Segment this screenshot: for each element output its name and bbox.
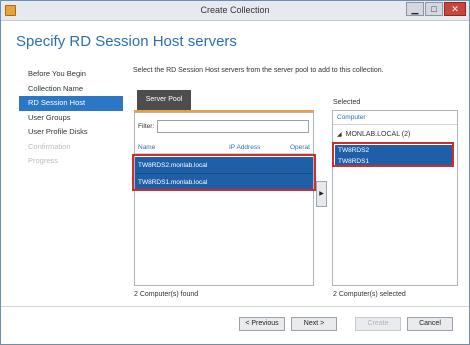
nav-item-rd-session-host[interactable]: RD Session Host: [19, 96, 123, 111]
filter-label: Filter:: [138, 123, 155, 130]
window-title: Create Collection: [200, 5, 270, 15]
nav-item-confirmation: Confirmation: [28, 141, 71, 151]
selected-header-divider: [333, 124, 457, 125]
pool-column-headers: Name IP Address Operat: [135, 140, 313, 154]
column-operating-system[interactable]: Operat: [290, 144, 310, 151]
nav-item-progress: Progress: [28, 156, 59, 165]
previous-button[interactable]: < Previous: [239, 317, 285, 331]
selected-panel: Computer ◢ MONLAB.LOCAL (2) TW8RDS2 TW8RD…: [332, 110, 458, 286]
cancel-button[interactable]: Cancel: [407, 317, 453, 331]
pool-count-text: 2 Computer(s) found: [134, 291, 199, 298]
minimize-button[interactable]: ▁: [406, 2, 424, 16]
nav-item-collection-name[interactable]: Collection Name: [19, 82, 123, 97]
page-title: Specify RD Session Host servers: [16, 33, 237, 50]
next-button[interactable]: Next >: [291, 317, 337, 331]
column-computer[interactable]: Computer: [337, 114, 366, 121]
nav-item-before-you-begin[interactable]: Before You Begin: [19, 67, 123, 82]
group-label: MONLAB.LOCAL (2): [345, 131, 411, 138]
footer-divider: [1, 306, 469, 307]
column-name[interactable]: Name: [138, 144, 155, 151]
server-pool-panel: Filter: Name IP Address Operat TW8RDS2.m…: [134, 112, 314, 286]
column-ip-address[interactable]: IP Address: [229, 144, 260, 151]
create-button: Create: [355, 317, 401, 331]
title-bar: Create Collection ▁ □ ✕: [1, 1, 469, 21]
nav-item-user-groups[interactable]: User Groups: [19, 111, 123, 126]
collapse-arrow-icon[interactable]: ◢: [337, 132, 342, 138]
selected-label: Selected: [333, 99, 361, 106]
group-monlab-local[interactable]: ◢ MONLAB.LOCAL (2): [337, 131, 410, 138]
filter-input[interactable]: [157, 120, 309, 133]
instructions-text: Select the RD Session Host servers from …: [133, 67, 384, 74]
maximize-button[interactable]: □: [425, 2, 443, 16]
nav-item-user-profile-disks[interactable]: User Profile Disks: [19, 125, 123, 140]
close-button[interactable]: ✕: [444, 2, 466, 16]
highlight-box-selected: [332, 142, 454, 167]
create-collection-window: Create Collection ▁ □ ✕ Specify RD Sessi…: [0, 0, 470, 345]
wizard-nav: Before You Begin Collection Name RD Sess…: [19, 67, 123, 169]
highlight-box-server-pool: [132, 154, 316, 191]
add-to-selected-button[interactable]: ▶: [316, 181, 327, 207]
tab-server-pool[interactable]: Server Pool: [137, 90, 191, 110]
selected-count-text: 2 Computer(s) selected: [333, 291, 406, 298]
